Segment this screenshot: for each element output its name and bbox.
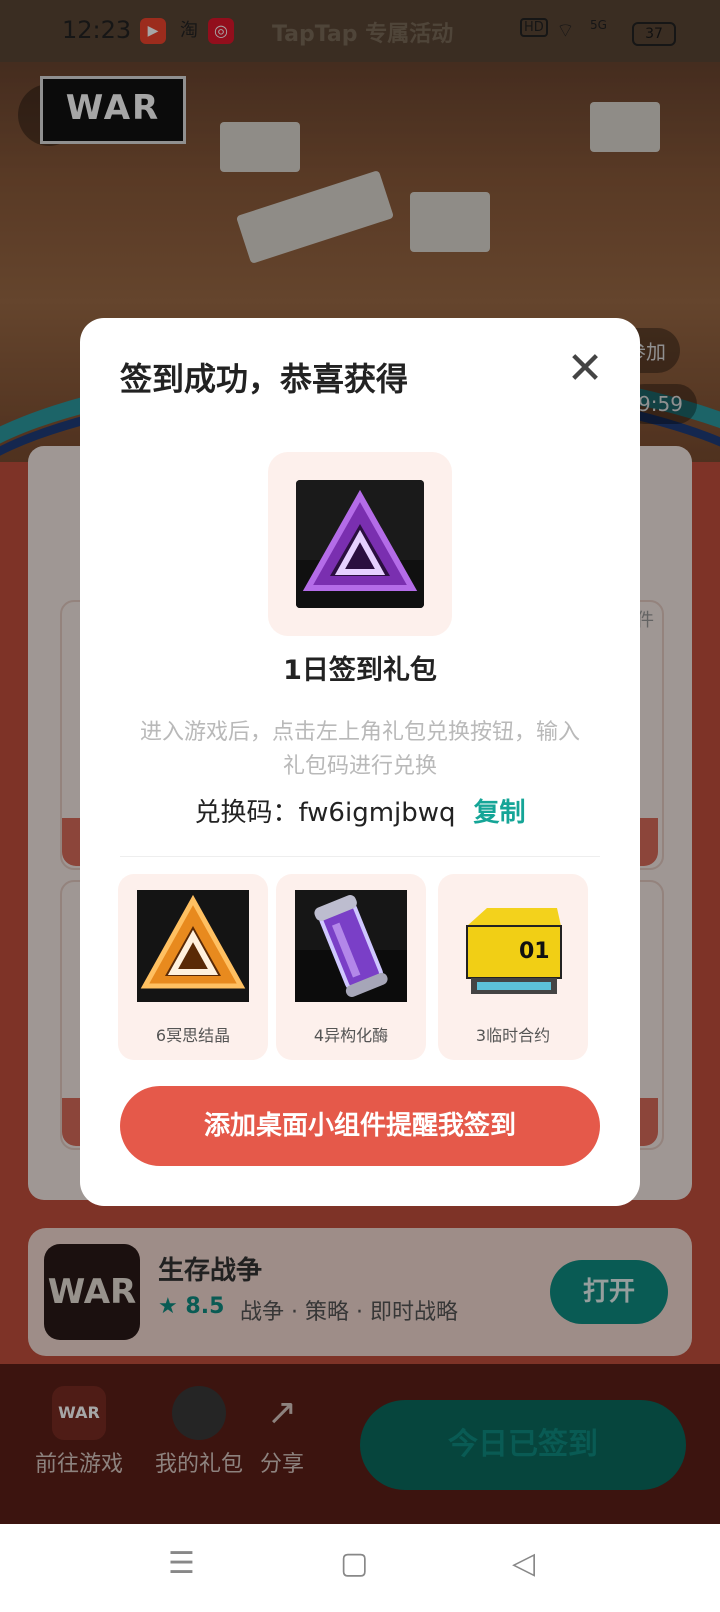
gift-package-name: 1日签到礼包 bbox=[283, 655, 437, 686]
dialog-title: 签到成功，恭喜获得 bbox=[120, 360, 409, 398]
reward-item-label: 4异构化酶 bbox=[313, 1026, 389, 1045]
copy-code-button[interactable]: 复制 bbox=[474, 798, 526, 828]
redeem-code-value: fw6igmjbwq bbox=[298, 798, 456, 828]
reward-item: 6冥思结晶 bbox=[118, 874, 268, 1060]
gift-package-icon bbox=[296, 480, 424, 608]
gift-package-tile bbox=[268, 452, 452, 636]
add-widget-reminder-button[interactable]: 添加桌面小组件提醒我签到 bbox=[120, 1086, 600, 1166]
gift-redeem-instructions: 进入游戏后，点击左上角礼包兑换按钮，输入礼包码进行兑换 bbox=[139, 720, 580, 779]
contract-crate-icon: 01 bbox=[457, 890, 569, 1002]
menu-icon[interactable]: ☰ bbox=[168, 1546, 195, 1581]
checkin-success-dialog: 签到成功，恭喜获得 ✕ 1日签到礼包 进入游戏后，点击左上角礼包兑换按钮，输入礼… bbox=[80, 318, 640, 1206]
enzyme-vial-icon bbox=[295, 890, 407, 1002]
reward-item: 01 3临时合约 bbox=[438, 874, 588, 1060]
home-icon[interactable]: ▢ bbox=[340, 1546, 368, 1581]
back-icon[interactable]: ◁ bbox=[512, 1546, 535, 1581]
redeem-code-row: 兑换码：fw6igmjbwq 复制 bbox=[80, 792, 640, 829]
redeem-code-label: 兑换码： bbox=[194, 798, 299, 828]
crate-number: 01 bbox=[519, 939, 550, 964]
crystal-icon bbox=[137, 890, 249, 1002]
reward-item-label: 3临时合约 bbox=[475, 1026, 551, 1045]
reward-item: 4异构化酶 bbox=[276, 874, 426, 1060]
close-icon[interactable]: ✕ bbox=[560, 344, 610, 394]
divider bbox=[120, 856, 600, 857]
system-nav-bar: ☰ ▢ ◁ bbox=[0, 1524, 720, 1612]
reward-item-label: 6冥思结晶 bbox=[155, 1026, 231, 1045]
